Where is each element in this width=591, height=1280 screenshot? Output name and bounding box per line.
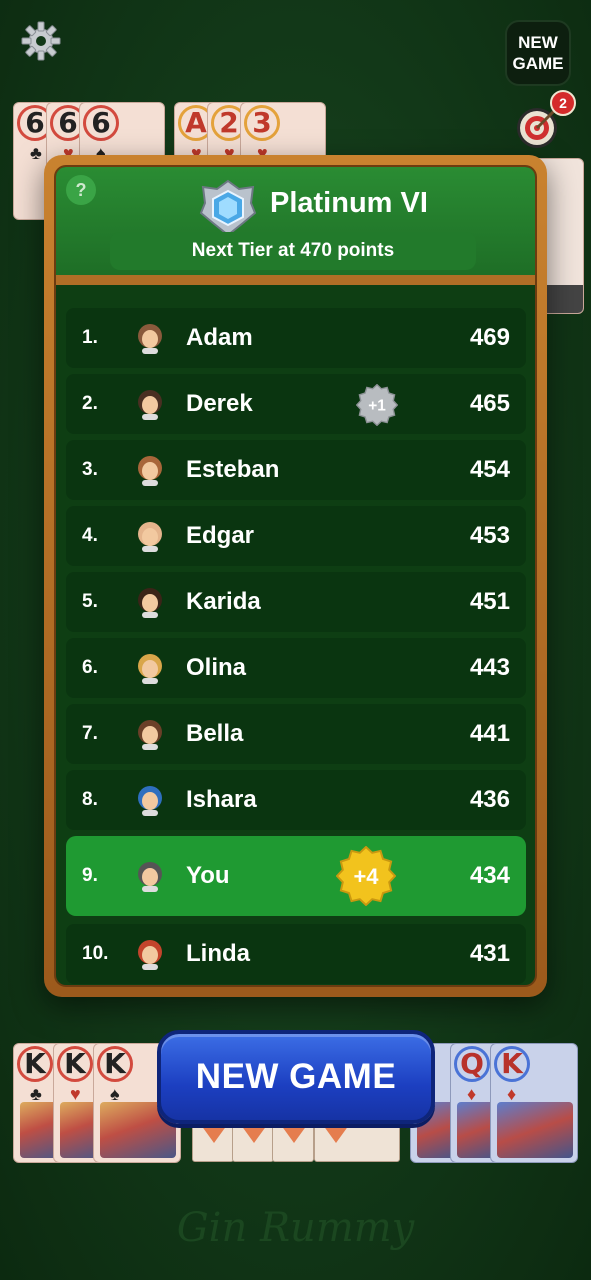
card-rank: 3 <box>244 105 280 141</box>
player-score: 453 <box>469 522 510 549</box>
platinum-shield-icon <box>199 179 257 237</box>
rank-position: 10. <box>82 943 109 964</box>
card-rank: K <box>17 1046 53 1082</box>
rank-position: 2. <box>82 393 98 414</box>
player-score: 465 <box>469 390 510 417</box>
player-score: 431 <box>469 940 510 967</box>
player-avatar-icon <box>138 522 162 552</box>
player-name: Ishara <box>186 786 257 813</box>
card-rank: K <box>97 1046 133 1082</box>
rank-position: 8. <box>82 789 98 810</box>
rank-position: 7. <box>82 723 98 744</box>
leaderboard-panel: ? Platinum VI Next Tier at 470 points 1.… <box>44 155 547 997</box>
player-avatar-icon <box>138 654 162 684</box>
player-name: Adam <box>186 324 253 351</box>
rank-change-badge: +1 <box>356 384 398 426</box>
rank-position: 1. <box>82 327 98 348</box>
notification-badge: 2 <box>550 90 576 116</box>
player-avatar-icon <box>138 720 162 750</box>
player-name: You <box>186 862 230 889</box>
leaderboard-row[interactable]: 8. Ishara 436 <box>66 770 526 830</box>
card-king-diamonds[interactable]: K ♦ <box>490 1043 578 1163</box>
leaderboard-header: ? Platinum VI Next Tier at 470 points <box>56 167 535 285</box>
leaderboard-row[interactable]: 1. Adam 469 <box>66 308 526 368</box>
tier-name: Platinum VI <box>270 187 428 219</box>
game-logo-watermark: Gin Rummy <box>176 1205 415 1251</box>
hand-card[interactable] <box>192 1120 234 1162</box>
player-name: Linda <box>186 940 250 967</box>
hand-card[interactable] <box>272 1120 314 1162</box>
player-name: Edgar <box>186 522 255 549</box>
player-score: 443 <box>469 654 510 681</box>
player-avatar-icon <box>138 324 162 354</box>
new-game-top-label-line1: NEW <box>518 33 558 52</box>
leaderboard-row[interactable]: 5. Karida 451 <box>66 572 526 632</box>
player-score: 451 <box>469 588 510 615</box>
rank-change-label: +1 <box>368 398 386 415</box>
card-rank: K <box>57 1046 93 1082</box>
rank-position: 9. <box>82 865 98 886</box>
leaderboard-inner: ? Platinum VI Next Tier at 470 points 1.… <box>54 165 537 987</box>
new-game-top-button[interactable]: NEW GAME <box>505 20 571 86</box>
leaderboard-row[interactable]: 7. Bella 441 <box>66 704 526 764</box>
rank-position: 4. <box>82 525 98 546</box>
leaderboard-row[interactable]: 10. Linda 431 <box>66 924 526 984</box>
leaderboard-row[interactable]: 6. Olina 443 <box>66 638 526 698</box>
card-rank: K <box>494 1046 530 1082</box>
leaderboard-row-you[interactable]: 9. You +4 434 <box>66 836 526 916</box>
player-name: Olina <box>186 654 247 681</box>
hand-card[interactable] <box>314 1120 400 1162</box>
rank-change-label: +4 <box>353 864 379 889</box>
player-avatar-icon <box>138 786 162 816</box>
leaderboard-row[interactable]: 2. Derek +1 465 <box>66 374 526 434</box>
club-icon: ♣ <box>30 143 42 163</box>
player-name: Esteban <box>186 456 280 483</box>
leaderboard-row[interactable]: 3. Esteban 454 <box>66 440 526 500</box>
king-face-art <box>497 1102 573 1158</box>
player-score: 469 <box>469 324 510 351</box>
player-score: 454 <box>469 456 510 483</box>
player-avatar-icon <box>138 862 162 892</box>
next-tier-text: Next Tier at 470 points <box>110 232 476 270</box>
player-avatar-icon <box>138 456 162 486</box>
rank-change-badge: +4 <box>336 846 396 906</box>
player-score: 434 <box>469 862 510 889</box>
player-avatar-icon <box>138 390 162 420</box>
player-name: Derek <box>186 390 253 417</box>
player-score: 436 <box>469 786 510 813</box>
settings-gear-icon[interactable] <box>20 20 62 62</box>
player-avatar-icon <box>138 588 162 618</box>
rank-position: 3. <box>82 459 98 480</box>
player-name: Bella <box>186 720 244 747</box>
card-rank: 6 <box>83 105 119 141</box>
help-button[interactable]: ? <box>66 175 96 205</box>
leaderboard-row[interactable]: 4. Edgar 453 <box>66 506 526 566</box>
rank-position: 5. <box>82 591 98 612</box>
new-game-top-label-line2: GAME <box>512 54 564 73</box>
new-game-button[interactable]: NEW GAME <box>157 1030 435 1124</box>
player-name: Karida <box>186 588 261 615</box>
player-avatar-icon <box>138 940 162 970</box>
hand-card[interactable] <box>232 1120 274 1162</box>
player-score: 441 <box>469 720 510 747</box>
rank-position: 6. <box>82 657 98 678</box>
card-rank: Q <box>454 1046 490 1082</box>
